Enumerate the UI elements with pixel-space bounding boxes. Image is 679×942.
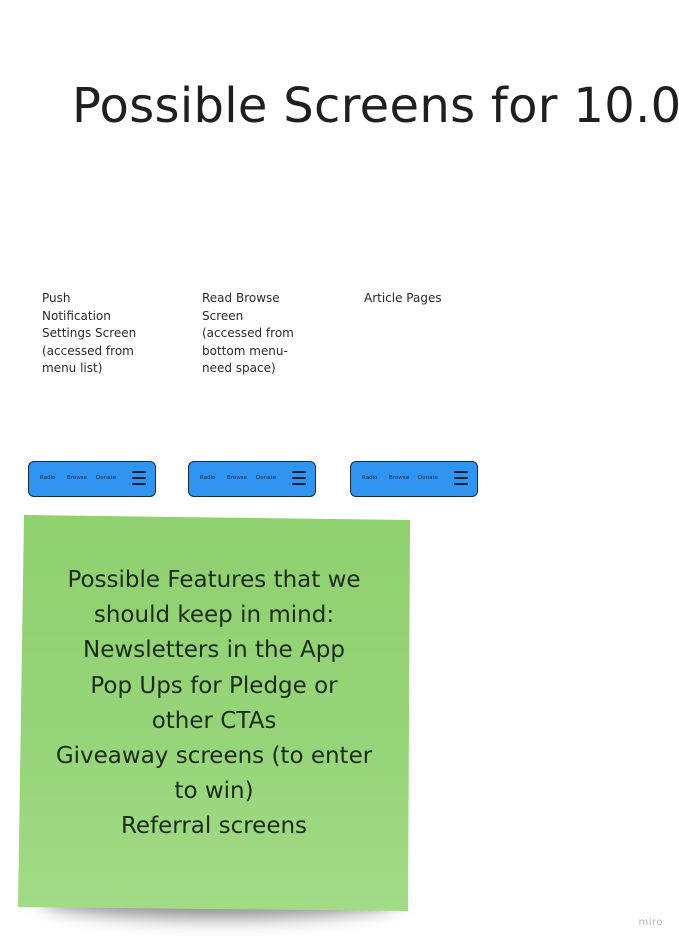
label-line: Screen <box>202 308 244 323</box>
nav-item-browse[interactable]: Browse <box>389 475 409 481</box>
nav-item-donate[interactable]: Donate <box>96 475 116 481</box>
nav-item-donate[interactable]: Donate <box>256 475 276 481</box>
nav-item-radio[interactable]: Radio <box>200 475 215 481</box>
label-line: Notification <box>42 308 111 323</box>
hamburger-icon[interactable] <box>454 471 468 485</box>
sticky-line: Possible Features that we <box>67 567 361 593</box>
label-line: Read Browse <box>202 291 280 305</box>
label-line: bottom menu- <box>202 343 288 358</box>
hamburger-icon[interactable] <box>132 471 146 485</box>
nav-item-donate[interactable]: Donate <box>418 475 438 481</box>
label-line: need space) <box>202 361 276 376</box>
sticky-line: other CTAs <box>151 707 277 734</box>
sticky-note-text: Possible Features that we should keep in… <box>48 563 380 845</box>
nav-item-browse[interactable]: Browse <box>227 475 247 481</box>
bottom-nav-bar[interactable]: Radio Browse Donate <box>188 461 316 497</box>
bottom-nav-bar[interactable]: Radio Browse Donate <box>350 461 478 497</box>
sticky-line: to win) <box>174 778 254 805</box>
sticky-line: Referral screens <box>120 813 308 840</box>
nav-item-radio[interactable]: Radio <box>362 475 377 481</box>
screen-label-read-browse[interactable]: Read Browse Screen (accessed from bottom… <box>202 290 298 378</box>
nav-item-browse[interactable]: Browse <box>67 475 87 481</box>
sticky-note[interactable]: Possible Features that we should keep in… <box>18 515 410 911</box>
sticky-line: Newsletters in the App <box>83 637 345 664</box>
label-line: (accessed from <box>42 343 134 358</box>
board-title[interactable]: Possible Screens for 10.0 <box>72 78 679 134</box>
sticky-line: Pop Ups for Pledge or <box>90 672 338 699</box>
nav-item-radio[interactable]: Radio <box>40 475 55 481</box>
label-line: (accessed from <box>202 326 294 341</box>
whiteboard-canvas[interactable]: Possible Screens for 10.0 Push Notificat… <box>0 0 679 942</box>
label-line: Article Pages <box>364 291 442 305</box>
bottom-nav-bar[interactable]: Radio Browse Donate <box>28 461 156 497</box>
label-line: Settings Screen <box>42 326 137 341</box>
miro-watermark: miro <box>638 917 663 928</box>
sticky-line: should keep in mind: <box>93 602 335 629</box>
sticky-line: Giveaway screens (to enter <box>55 743 373 770</box>
hamburger-icon[interactable] <box>292 471 306 485</box>
label-line: Push <box>42 291 71 305</box>
screen-label-article-pages[interactable]: Article Pages <box>364 290 474 308</box>
screen-label-push-notification[interactable]: Push Notification Settings Screen (acces… <box>42 290 142 378</box>
label-line: menu list) <box>42 361 103 376</box>
